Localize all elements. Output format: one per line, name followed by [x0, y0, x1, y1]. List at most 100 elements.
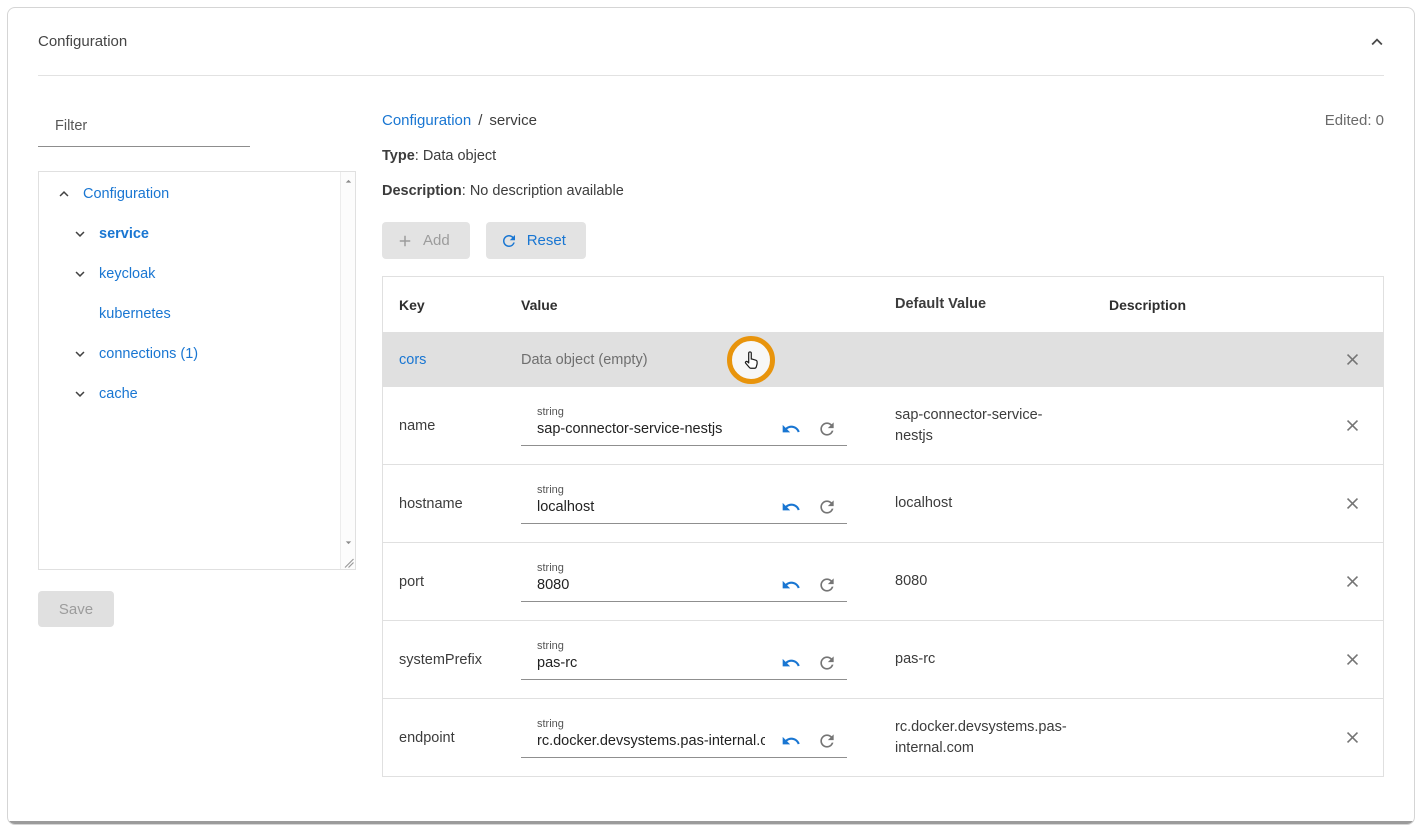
- value-field-port: string: [521, 562, 847, 602]
- key-label-hostname: hostname: [399, 496, 463, 512]
- reset-value-button-endpoint[interactable]: [817, 731, 837, 751]
- table-row-hostname: hostname string localhost: [383, 464, 1383, 542]
- config-tree-box: Configuration servicekeycloak kubernetes co…: [38, 171, 356, 570]
- edited-count: Edited: 0: [1325, 112, 1384, 129]
- key-label-port: port: [399, 574, 424, 590]
- default-value-name: sap-connector-service-nestjs: [879, 405, 1093, 446]
- tree-item-cache[interactable]: cache: [55, 374, 339, 414]
- value-type-label: string: [537, 718, 847, 730]
- refresh-icon: [500, 232, 518, 250]
- remove-row-button-cors[interactable]: [1343, 350, 1362, 369]
- remove-row-button-hostname[interactable]: [1343, 494, 1362, 513]
- type-value: : Data object: [415, 148, 496, 164]
- chevron-spacer: [71, 305, 89, 323]
- tree-item-configuration[interactable]: Configuration: [55, 174, 339, 214]
- value-field-hostname: string: [521, 484, 847, 524]
- reset-value-button-hostname[interactable]: [817, 497, 837, 517]
- table-row-endpoint: endpoint string rc.docker.devsystems.pas-i…: [383, 698, 1383, 776]
- table-row-name: name string sap-connector-service-nestjs: [383, 386, 1383, 464]
- panel-collapse-button[interactable]: [1366, 31, 1388, 53]
- close-icon: [1343, 494, 1362, 513]
- description-line: Description: No description available: [382, 183, 1384, 199]
- breadcrumb-separator: /: [478, 112, 482, 129]
- default-value-hostname: localhost: [879, 493, 1093, 513]
- reset-button[interactable]: Reset: [486, 222, 586, 259]
- undo-button-port[interactable]: [781, 575, 801, 595]
- save-button[interactable]: Save: [38, 591, 114, 627]
- reset-value-button-systemPrefix[interactable]: [817, 653, 837, 673]
- default-value-endpoint: rc.docker.devsystems.pas-internal.com: [879, 717, 1093, 758]
- remove-row-button-systemPrefix[interactable]: [1343, 650, 1362, 669]
- chevron-up-icon: [55, 185, 73, 203]
- remove-row-button-name[interactable]: [1343, 416, 1362, 435]
- value-field-endpoint: string: [521, 718, 847, 758]
- value-type-label: string: [537, 562, 847, 574]
- key-label-name: name: [399, 418, 435, 434]
- table-row-port: portstring8080: [383, 542, 1383, 620]
- reset-value-icon: [817, 575, 837, 595]
- undo-button-name[interactable]: [781, 419, 801, 439]
- key-label-endpoint: endpoint: [399, 730, 455, 746]
- value-field-name: string: [521, 406, 847, 446]
- reset-value-button-name[interactable]: [817, 419, 837, 439]
- config-table: Key Value Default Value Description cors…: [382, 276, 1384, 777]
- default-value-systemPrefix: pas-rc: [879, 649, 1093, 669]
- close-icon: [1343, 650, 1362, 669]
- reset-value-button-port[interactable]: [817, 575, 837, 595]
- value-type-label: string: [537, 406, 847, 418]
- close-icon: [1343, 350, 1362, 369]
- value-input-name[interactable]: [521, 421, 765, 437]
- remove-row-button-port[interactable]: [1343, 572, 1362, 591]
- tree-item-connections-1[interactable]: connections (1): [55, 334, 339, 374]
- close-icon: [1343, 416, 1362, 435]
- description-value: : No description available: [462, 183, 624, 199]
- configuration-panel: Configuration Configuration servicekeyclo…: [7, 7, 1415, 825]
- chevron-up-icon: [1366, 31, 1388, 53]
- undo-button-hostname[interactable]: [781, 497, 801, 517]
- key-link-cors[interactable]: cors: [399, 352, 426, 368]
- type-label: Type: [382, 148, 415, 164]
- filter-input[interactable]: [38, 110, 250, 147]
- close-icon: [1343, 728, 1362, 747]
- close-icon: [1343, 572, 1362, 591]
- value-input-systemPrefix[interactable]: [521, 655, 765, 671]
- breadcrumb: Configuration/service: [382, 112, 537, 129]
- chevron-down-icon: [71, 345, 89, 363]
- tree-item-keycloak[interactable]: keycloak: [55, 254, 339, 294]
- config-tree: Configuration servicekeycloak kubernetes co…: [39, 172, 355, 414]
- tree-item-label: kubernetes: [99, 306, 171, 322]
- tree-scrollbar[interactable]: [340, 172, 355, 569]
- add-button[interactable]: Add: [382, 222, 470, 259]
- main-content: Configuration/service Edited: 0 Type: Da…: [382, 110, 1384, 777]
- scroll-down-icon[interactable]: [342, 536, 355, 549]
- chevron-down-icon: [71, 385, 89, 403]
- chevron-down-icon: [71, 265, 89, 283]
- tree-item-label: Configuration: [83, 186, 169, 202]
- value-type-label: string: [537, 484, 847, 496]
- undo-icon: [781, 497, 801, 517]
- column-header-key: Key: [383, 297, 505, 313]
- reset-value-icon: [817, 497, 837, 517]
- table-row-cors: corsData object (empty): [383, 332, 1383, 386]
- reset-value-icon: [817, 731, 837, 751]
- value-input-port[interactable]: [521, 577, 765, 593]
- undo-icon: [781, 419, 801, 439]
- remove-row-button-endpoint[interactable]: [1343, 728, 1362, 747]
- column-header-default-value: Default Value: [879, 294, 1093, 314]
- column-header-description: Description: [1093, 297, 1321, 313]
- tree-item-kubernetes[interactable]: kubernetes: [55, 294, 339, 334]
- value-input-endpoint[interactable]: [521, 733, 765, 749]
- undo-button-systemPrefix[interactable]: [781, 653, 801, 673]
- value-field-systemPrefix: string: [521, 640, 847, 680]
- scroll-up-icon[interactable]: [342, 175, 355, 188]
- value-type-label: string: [537, 640, 847, 652]
- resize-grip-icon[interactable]: [344, 558, 354, 568]
- tree-item-service[interactable]: service: [55, 214, 339, 254]
- undo-icon: [781, 731, 801, 751]
- value-input-hostname[interactable]: [521, 499, 765, 515]
- undo-button-endpoint[interactable]: [781, 731, 801, 751]
- reset-value-icon: [817, 653, 837, 673]
- table-row-systemPrefix: systemPrefixstringpas-rc: [383, 620, 1383, 698]
- panel-title: Configuration: [38, 33, 127, 50]
- breadcrumb-root-link[interactable]: Configuration: [382, 112, 471, 129]
